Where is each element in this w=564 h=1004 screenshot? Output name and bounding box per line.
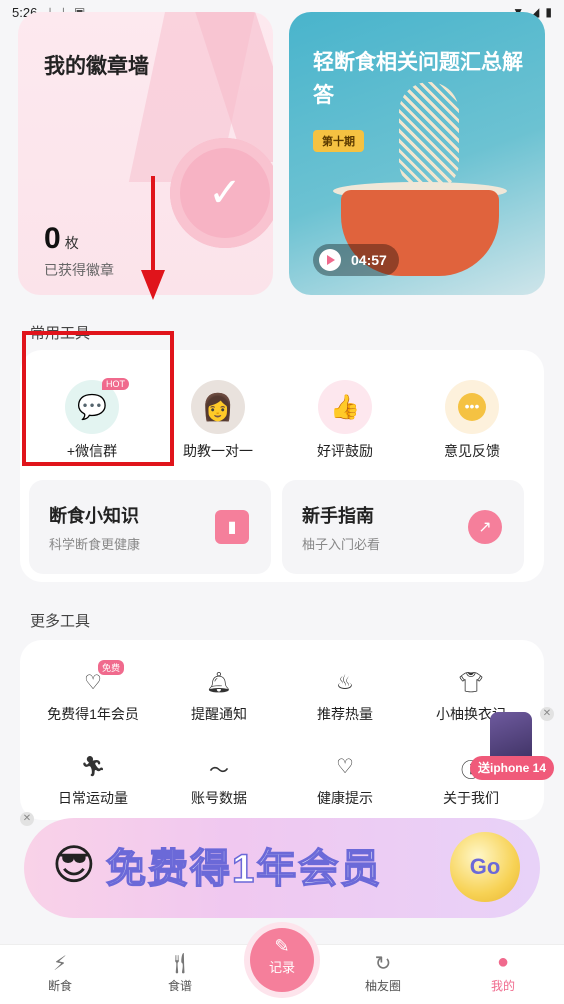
battery-icon: ▮ [545,5,552,19]
tab-label: 食谱 [167,979,192,993]
play-button[interactable]: 04:57 [313,244,399,276]
chart-icon: 〜 [209,760,229,782]
promo-banner[interactable]: 😎 免费得1年会员 Go [24,818,540,918]
trend-icon: ↗ [468,510,502,544]
card-title: 断食小知识 [49,506,139,526]
more-tools-label: 更多工具 [30,613,91,630]
cutlery-icon: 🍴︎ [167,953,193,975]
tool-assistant[interactable]: 👩 助教一对一 [163,380,273,461]
tab-community[interactable]: ↻ 柚友圈 [343,951,423,994]
lightning-icon: ⚡︎ [52,953,68,975]
beginner-guide-card[interactable]: 新手指南 柚子入门必看 ↗ [282,480,524,574]
tool-free-membership[interactable]: ♡ 免费 免费得1年会员 [28,660,158,724]
video-card[interactable]: 轻断食相关问题汇总解答 第十期 04:57 [289,12,545,295]
iphone-promo-float[interactable]: 送iphone 14 [470,712,554,796]
tool-label: 健康提示 [317,790,373,806]
tool-label: 推荐热量 [317,706,373,722]
card-subtitle: 科学断食更健康 [49,537,141,552]
tool-label: 助教一对一 [183,443,253,459]
play-icon [319,249,341,271]
badge-count: 0枚 [44,222,79,256]
iphone-promo-text: 送iphone 14 [470,756,554,780]
shirt-icon: 👕︎ [458,672,484,694]
more-tools-panel: ♡ 免费 免费得1年会员 🔔︎ 提醒通知 ♨ 推荐热量 👕︎ 小柚换衣记 🏃︎ 日… [20,640,544,820]
tool-calories[interactable]: ♨ 推荐热量 [280,670,410,724]
sunglasses-emoji-icon: 😎 [52,841,96,888]
tool-review[interactable]: 👍 好评鼓励 [290,380,400,461]
tool-reminder[interactable]: 🔔︎ 提醒通知 [154,670,284,724]
tab-label: 柚友圈 [364,979,401,993]
annotation-highlight-box [22,331,174,466]
close-icon[interactable]: ✕ [540,707,554,721]
tool-label: 意见反馈 [444,443,500,459]
tool-feedback[interactable]: ••• 意见反馈 [417,380,527,461]
medal-icon [170,138,273,248]
heartbeat-icon: ♡ [336,756,354,778]
circle-icon: ↻ [374,953,392,975]
free-tag: 免费 [98,660,125,675]
assistant-avatar: 👩 [191,380,245,434]
badge-subtitle: 已获得徽章 [44,262,114,278]
go-button[interactable]: Go [450,832,520,902]
flame-icon: ♨ [336,672,354,694]
promo-text: 免费得1年会员 [105,846,383,892]
tab-label: 我的 [490,979,515,993]
badge-wall-title: 我的徽章墙 [44,55,149,78]
tab-label: 断食 [47,979,72,993]
card-title: 新手指南 [302,506,374,526]
bell-icon: 🔔︎ [206,672,232,694]
tool-account-data[interactable]: 〜 账号数据 [154,754,284,808]
episode-tag: 第十期 [313,130,364,152]
fasting-knowledge-card[interactable]: 断食小知识 科学断食更健康 ▮ [29,480,271,574]
tool-label: 免费得1年会员 [47,706,139,722]
tool-label: 账号数据 [191,790,247,806]
book-icon: ▮ [215,510,249,544]
tool-label: 日常运动量 [58,790,128,806]
badge-wall-card[interactable]: 我的徽章墙 0枚 已获得徽章 [18,12,273,295]
pencil-icon: ✎ [274,936,290,956]
record-button[interactable]: ✎ 记录 [250,928,314,992]
video-duration: 04:57 [351,252,387,268]
user-icon: ● [496,951,510,973]
tab-mine[interactable]: ● 我的 [463,951,543,994]
tool-health-tips[interactable]: ♡ 健康提示 [280,754,410,808]
card-subtitle: 柚子入门必看 [302,537,381,552]
badge-count-value: 0 [44,222,61,255]
thumbs-up-icon: 👍 [318,380,372,434]
tab-recipes[interactable]: 🍴︎ 食谱 [140,951,220,994]
annotation-arrow [151,176,155,276]
running-icon: 🏃︎ [80,756,106,778]
tab-fasting[interactable]: ⚡︎ 断食 [20,951,100,994]
badge-count-unit: 枚 [64,235,79,251]
record-label: 记录 [268,960,295,975]
heart-icon: ♡ 免费 [84,660,125,698]
close-icon[interactable]: ✕ [20,812,34,826]
tool-label: 好评鼓励 [317,443,373,459]
tool-label: 提醒通知 [191,706,247,722]
tool-exercise[interactable]: 🏃︎ 日常运动量 [28,754,158,808]
feedback-icon: ••• [445,380,499,434]
annotation-arrow-head [141,270,165,300]
video-title: 轻断食相关问题汇总解答 [313,51,523,107]
